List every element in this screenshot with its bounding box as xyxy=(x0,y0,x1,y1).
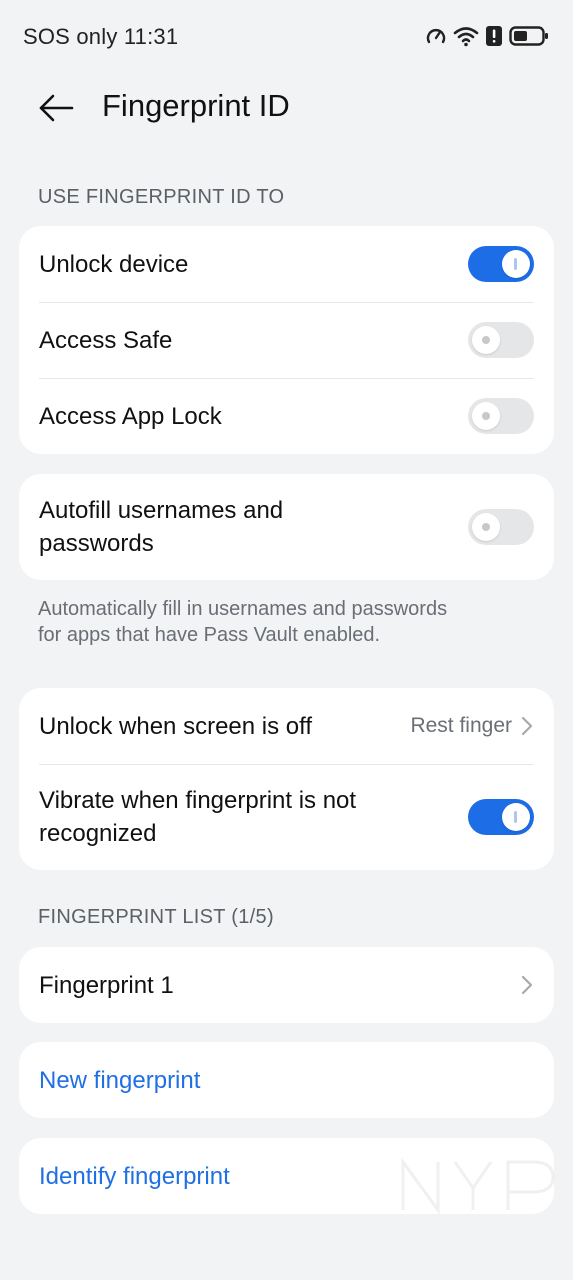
autofill-description-line1: Automatically fill in usernames and pass… xyxy=(38,598,448,620)
status-icons xyxy=(425,24,549,48)
vibrate-toggle[interactable] xyxy=(468,799,534,835)
wifi-icon xyxy=(453,27,479,47)
identify-fingerprint-card: Identify fingerprint xyxy=(19,1138,554,1214)
unlock-device-toggle[interactable] xyxy=(468,246,534,282)
identify-fingerprint-label: Identify fingerprint xyxy=(39,1162,230,1190)
back-button[interactable] xyxy=(34,86,78,130)
use-fingerprint-card: Unlock device Access Safe Access App Loc… xyxy=(19,226,554,454)
unlock-device-label: Unlock device xyxy=(39,250,189,278)
row-unlock-device[interactable]: Unlock device xyxy=(19,226,554,302)
row-access-safe[interactable]: Access Safe xyxy=(19,302,554,378)
autofill-description-line2: for apps that have Pass Vault enabled. xyxy=(38,624,381,646)
row-fingerprint-1[interactable]: Fingerprint 1 xyxy=(19,947,554,1023)
access-safe-toggle[interactable] xyxy=(468,322,534,358)
alert-icon xyxy=(486,26,502,46)
screen-off-card: Unlock when screen is off Rest finger Vi… xyxy=(19,688,554,870)
row-unlock-screen-off[interactable]: Unlock when screen is off Rest finger xyxy=(19,688,554,764)
speed-icon xyxy=(426,29,446,44)
chevron-right-icon xyxy=(520,715,534,737)
row-autofill[interactable]: Autofill usernames and passwords xyxy=(19,474,554,580)
access-app-lock-toggle[interactable] xyxy=(468,398,534,434)
row-vibrate[interactable]: Vibrate when fingerprint is not recogniz… xyxy=(19,764,554,870)
fingerprint-1-label: Fingerprint 1 xyxy=(39,971,174,999)
chevron-right-icon xyxy=(520,974,534,996)
arrow-left-icon xyxy=(39,94,74,122)
autofill-label-line1: Autofill usernames and xyxy=(39,497,284,524)
new-fingerprint-button[interactable]: New fingerprint xyxy=(19,1042,554,1118)
toggle-knob xyxy=(472,402,500,430)
battery-icon xyxy=(509,26,548,46)
access-app-lock-label: Access App Lock xyxy=(39,402,222,430)
toggle-knob xyxy=(502,250,530,278)
section-header-fingerprint-list: FINGERPRINT LIST (1/5) xyxy=(38,906,274,928)
autofill-label: Autofill usernames and passwords xyxy=(39,494,283,560)
status-carrier-time: SOS only 11:31 xyxy=(23,24,179,49)
fingerprint-list-card: Fingerprint 1 xyxy=(19,947,554,1023)
vibrate-label-line1: Vibrate when fingerprint is not xyxy=(39,787,357,814)
row-access-app-lock[interactable]: Access App Lock xyxy=(19,378,554,454)
toggle-knob xyxy=(502,803,530,831)
new-fingerprint-card: New fingerprint xyxy=(19,1042,554,1118)
vibrate-label: Vibrate when fingerprint is not recogniz… xyxy=(39,784,356,850)
toggle-knob xyxy=(472,513,500,541)
identify-fingerprint-button[interactable]: Identify fingerprint xyxy=(19,1138,554,1214)
header: Fingerprint ID xyxy=(0,72,573,142)
unlock-screen-off-value: Rest finger xyxy=(410,714,512,737)
unlock-screen-off-value-group: Rest finger xyxy=(410,714,534,738)
new-fingerprint-label: New fingerprint xyxy=(39,1066,201,1094)
toggle-knob xyxy=(472,326,500,354)
page-title: Fingerprint ID xyxy=(102,88,290,123)
status-bar: SOS only 11:31 xyxy=(0,0,573,72)
unlock-screen-off-label: Unlock when screen is off xyxy=(39,712,313,740)
vibrate-label-line2: recognized xyxy=(39,820,157,847)
autofill-label-line2: passwords xyxy=(39,530,154,557)
section-header-use: USE FINGERPRINT ID TO xyxy=(38,186,285,208)
access-safe-label: Access Safe xyxy=(39,326,173,354)
autofill-description: Automatically fill in usernames and pass… xyxy=(38,596,538,648)
autofill-toggle[interactable] xyxy=(468,509,534,545)
autofill-card: Autofill usernames and passwords xyxy=(19,474,554,580)
